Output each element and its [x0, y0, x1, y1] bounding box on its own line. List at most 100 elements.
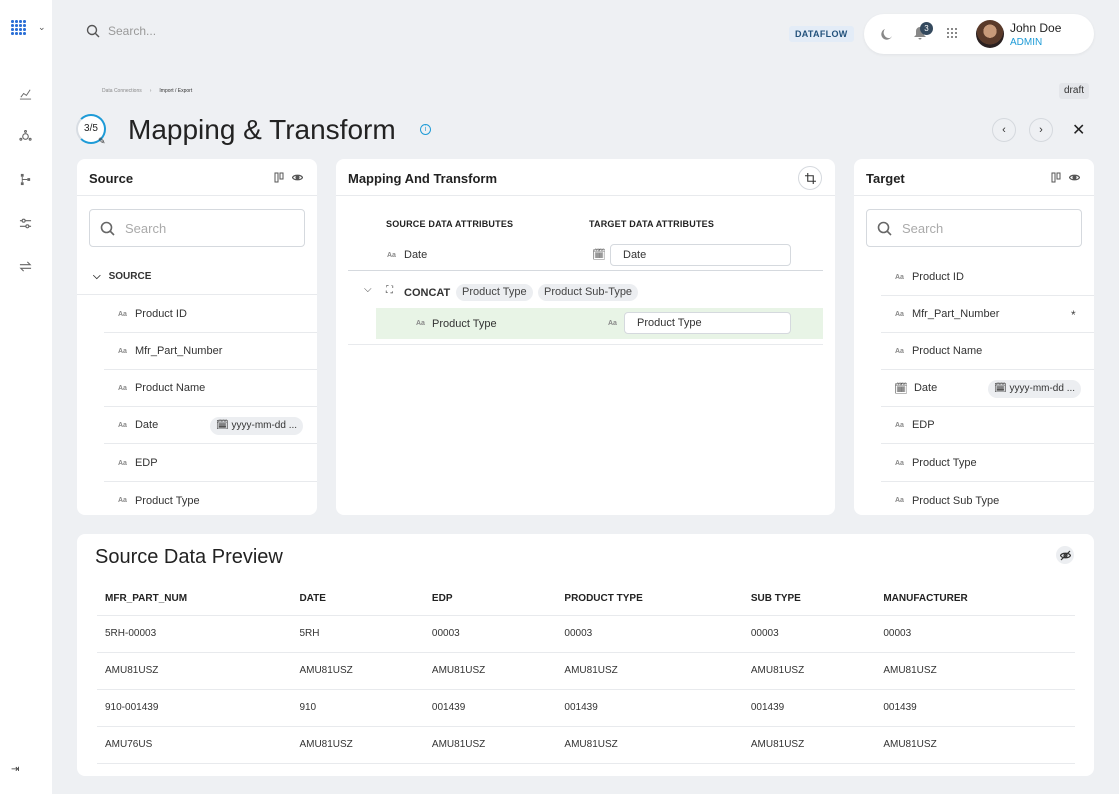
target-item[interactable]: Aa Product ID	[881, 259, 1094, 296]
col-source-header: SOURCE DATA ATTRIBUTES	[386, 219, 514, 229]
concat-label: CONCAT	[404, 287, 451, 299]
target-item[interactable]: Aa EDP	[881, 407, 1094, 444]
target-item[interactable]: Aa Product Type	[881, 445, 1094, 482]
text-type-icon: Aa	[895, 310, 904, 318]
target-item[interactable]: 🗓 Date 🗓 yyyy-mm-dd ...	[881, 370, 1094, 407]
column-header: PRODUCT TYPE	[556, 582, 743, 616]
source-item[interactable]: Aa Date 🗓 yyyy-mm-dd ...	[104, 407, 317, 444]
global-search[interactable]: Search...	[86, 24, 156, 38]
column-header: SUB TYPE	[742, 582, 876, 616]
date-format-chip[interactable]: 🗓 yyyy-mm-dd ...	[210, 417, 304, 435]
source-item[interactable]: Aa Product Type	[104, 482, 317, 515]
source-item[interactable]: Aa Mfr_Part_Number	[104, 333, 317, 370]
source-item[interactable]: Aa Product Name	[104, 370, 317, 407]
table-cell: AMU81USZ	[742, 726, 876, 764]
search-icon	[100, 221, 115, 236]
divider	[348, 344, 823, 345]
date-format-chip[interactable]: 🗓 yyyy-mm-dd ...	[988, 380, 1082, 398]
edit-icon[interactable]: ✎	[98, 136, 106, 147]
table-cell: AMU76US	[97, 726, 292, 764]
breadcrumb-item[interactable]: Data Connections	[102, 88, 142, 94]
text-type-icon: Aa	[118, 421, 127, 429]
target-product-type-field[interactable]: Product Type	[624, 312, 791, 334]
user-role: ADMIN	[1010, 37, 1043, 48]
network-icon[interactable]	[18, 129, 32, 143]
close-icon[interactable]: ✕	[1072, 120, 1085, 140]
breadcrumb-current: Import / Export	[159, 88, 193, 94]
table-cell: 001439	[875, 689, 1075, 727]
settings-sliders-icon[interactable]	[18, 216, 32, 230]
import-export-icon[interactable]	[18, 259, 32, 273]
text-type-icon: Aa	[416, 320, 425, 327]
source-panel-title: Source	[89, 171, 134, 186]
concat-chip[interactable]: Product Sub-Type	[538, 284, 639, 301]
source-group-header[interactable]: ⌵ SOURCE	[77, 258, 317, 295]
crop-icon[interactable]	[798, 166, 822, 190]
target-item[interactable]: Aa Product Name	[881, 333, 1094, 370]
status-badge: draft	[1059, 83, 1090, 99]
eye-icon[interactable]	[1069, 172, 1080, 183]
table-cell: 5RH-00003	[97, 615, 292, 653]
table-cell: 00003	[742, 615, 876, 653]
column-header: DATE	[291, 582, 424, 616]
target-panel: Target Search Aa Product ID Aa Mfr_Part_Nu…	[854, 159, 1094, 515]
analytics-icon[interactable]	[18, 86, 32, 100]
table-cell: AMU81USZ	[875, 652, 1075, 690]
concat-chip[interactable]: Product Type	[456, 284, 533, 301]
breadcrumb: Data Connections › Import / Export	[102, 88, 192, 94]
target-item[interactable]: Aa Mfr_Part_Number *	[881, 296, 1094, 333]
global-search-input[interactable]: Search...	[108, 24, 156, 38]
text-type-icon: Aa	[895, 459, 904, 467]
source-item[interactable]: Aa Product ID	[104, 296, 317, 333]
calendar-icon: 🗓	[894, 382, 908, 395]
table-cell: AMU81USZ	[291, 726, 424, 764]
text-type-icon: Aa	[118, 459, 127, 467]
table-header-row: MFR_PART_NUM DATE EDP PRODUCT TYPE SUB T…	[97, 582, 1075, 616]
table-cell: AMU81USZ	[556, 726, 743, 764]
dark-mode-icon[interactable]	[880, 27, 894, 41]
target-item[interactable]: Aa Product Sub Type	[881, 482, 1094, 515]
preview-table: MFR_PART_NUM DATE EDP PRODUCT TYPE SUB T…	[97, 582, 1075, 764]
target-panel-title: Target	[866, 171, 905, 186]
column-header: MFR_PART_NUM	[97, 582, 292, 616]
chevron-down-icon: ⌵	[364, 284, 372, 295]
hide-preview-icon[interactable]	[1056, 546, 1074, 564]
user-name: John Doe	[1010, 21, 1062, 35]
source-search-input[interactable]: Search	[89, 209, 305, 247]
columns-icon[interactable]	[1051, 172, 1062, 183]
info-icon[interactable]: i	[420, 124, 431, 135]
chevron-down-icon[interactable]: ⌄	[38, 22, 46, 33]
prev-step-button[interactable]: ‹	[992, 118, 1016, 142]
source-item[interactable]: Aa EDP	[104, 445, 317, 482]
app-logo-icon[interactable]	[11, 20, 27, 36]
avatar[interactable]	[976, 20, 1004, 48]
user-toolbar: 3 John Doe ADMIN	[864, 14, 1094, 54]
column-header: MANUFACTURER	[875, 582, 1075, 616]
columns-icon[interactable]	[274, 172, 285, 183]
collapse-sidebar-icon[interactable]: ⇥	[11, 764, 19, 775]
text-type-icon: Aa	[118, 497, 127, 504]
next-step-button[interactable]: ›	[1029, 118, 1053, 142]
eye-icon[interactable]	[292, 172, 303, 183]
mapping-source-label: Date	[404, 249, 428, 261]
source-panel: Source Search ⌵ SOURCE Aa Product ID Aa Mf…	[77, 159, 317, 515]
table-cell: AMU81USZ	[97, 652, 292, 690]
table-cell: AMU81USZ	[875, 726, 1075, 764]
table-cell: 00003	[423, 615, 557, 653]
text-type-icon: Aa	[895, 273, 904, 281]
search-icon	[877, 221, 892, 236]
apps-grid-icon[interactable]	[947, 28, 959, 40]
notification-count-badge: 3	[920, 22, 933, 35]
table-cell: 5RH	[291, 615, 424, 653]
text-type-icon: Aa	[118, 347, 127, 355]
table-cell: AMU81USZ	[291, 652, 424, 690]
concat-icon: ⛶	[386, 285, 393, 296]
calendar-icon: 🗓	[592, 249, 606, 261]
chevron-down-icon: ⌵	[93, 270, 101, 282]
text-type-icon: Aa	[895, 347, 904, 355]
table-cell: 910	[291, 689, 424, 727]
target-date-field[interactable]: Date	[610, 244, 791, 266]
table-cell: AMU81USZ	[556, 652, 743, 690]
flow-icon[interactable]	[18, 172, 32, 186]
target-search-input[interactable]: Search	[866, 209, 1082, 247]
